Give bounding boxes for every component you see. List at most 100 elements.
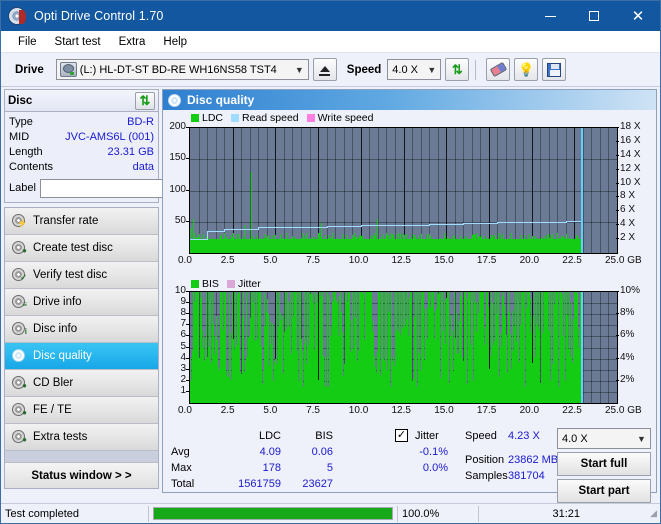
read-speed-line xyxy=(361,225,395,226)
bulb-icon: 💡 xyxy=(518,63,534,76)
y2-tick-label: 18 X xyxy=(620,121,641,132)
start-full-button[interactable]: Start full xyxy=(557,452,651,476)
x-tick-label: 10.0 xyxy=(349,255,368,266)
sidebar-item-fe-te[interactable]: ● FE / TE xyxy=(5,397,158,424)
legend-swatch xyxy=(227,280,235,288)
y-tick xyxy=(186,190,189,191)
disc-type-value: BD-R xyxy=(127,115,154,130)
y-tick-label: 200 xyxy=(169,121,186,132)
legend-label: Write speed xyxy=(318,112,374,124)
maximize-button[interactable] xyxy=(572,1,616,31)
sidebar-item-verify-test-disc[interactable]: ✓ Verify test disc xyxy=(5,262,158,289)
sidebar-item-extra-tests[interactable]: ● Extra tests xyxy=(5,424,158,451)
resize-grip[interactable]: ◢ xyxy=(650,508,658,519)
data-bar xyxy=(327,291,328,403)
y2-tick-label: 4% xyxy=(620,352,634,363)
menu-file[interactable]: File xyxy=(9,34,46,50)
jitter-checkbox[interactable]: ✓ xyxy=(395,429,408,442)
y2-tick-label: 4 X xyxy=(620,218,635,229)
sidebar-item-create-test-disc[interactable]: ● Create test disc xyxy=(5,235,158,262)
y2-tick xyxy=(616,210,619,211)
ldc-chart-legend: LDC Read speed Write speed xyxy=(191,112,378,124)
sidebar-label: FE / TE xyxy=(33,404,72,416)
disc-label-row: Label xyxy=(9,178,154,198)
sidebar-label: Extra tests xyxy=(33,431,87,443)
legend-entry: LDC xyxy=(191,112,223,124)
close-icon: ✕ xyxy=(632,9,645,24)
legend-label: Jitter xyxy=(238,278,261,290)
stats-avg-jitter: -0.1% xyxy=(388,446,448,458)
disc-icon: ● xyxy=(11,376,27,390)
test-speed-select[interactable]: 4.0 X ▼ xyxy=(557,428,651,449)
menu-start-test[interactable]: Start test xyxy=(46,34,110,50)
progress-bar xyxy=(153,507,393,520)
stats-max-ldc: 178 xyxy=(221,462,281,474)
chevron-down-icon: ▼ xyxy=(633,429,650,448)
disc-panel-title: Disc xyxy=(8,95,32,107)
x-tick-label: 15.0 xyxy=(434,405,453,416)
x-tick-label: 25.0 GB xyxy=(605,255,642,266)
y-tick-label: 10 xyxy=(175,285,186,296)
x-tick-label: 7.5 xyxy=(306,255,320,266)
content-area: Disc ⇅ Type BD-R MID JVC-AMS6L (001) Len… xyxy=(1,87,660,493)
refresh-button[interactable]: ⇅ xyxy=(445,58,469,81)
start-part-button[interactable]: Start part xyxy=(557,479,651,503)
close-button[interactable]: ✕ xyxy=(616,1,660,31)
gridline xyxy=(190,191,617,192)
status-bar: Test completed 100.0% 31:21 ◢ xyxy=(1,503,660,523)
bis-plot-area[interactable] xyxy=(189,291,618,404)
y-tick-label: 150 xyxy=(169,152,186,163)
y2-tick xyxy=(616,335,619,336)
menu-help[interactable]: Help xyxy=(154,34,196,50)
app-window: Opti Drive Control 1.70 ✕ File Start tes… xyxy=(0,0,661,524)
speed-select[interactable]: 4.0 X ▼ xyxy=(387,59,441,80)
y2-tick xyxy=(616,169,619,170)
elapsed-time: 31:21 xyxy=(479,504,584,524)
y2-tick xyxy=(616,358,619,359)
erase-button[interactable] xyxy=(486,58,510,81)
save-button[interactable] xyxy=(542,58,566,81)
sidebar-item-cd-bler[interactable]: ● CD Bler xyxy=(5,370,158,397)
y-tick xyxy=(186,291,189,292)
bis-chart: BISJitter 123456789102%4%6%8%10%0.02.55.… xyxy=(163,278,656,428)
sidebar-item-disc-info[interactable]: i Disc info xyxy=(5,316,158,343)
read-speed-line xyxy=(292,227,326,228)
data-bar xyxy=(557,291,558,403)
stats-row-max-key: Max xyxy=(171,462,192,474)
y2-tick xyxy=(616,313,619,314)
sidebar-item-transfer-rate[interactable]: ⚡ Transfer rate xyxy=(5,208,158,235)
data-bar xyxy=(399,291,400,403)
menu-extra[interactable]: Extra xyxy=(110,34,155,50)
disc-length-key: Length xyxy=(9,145,43,160)
y2-tick-label: 10 X xyxy=(620,177,641,188)
stats-max-jitter: 0.0% xyxy=(388,462,448,474)
legend-entry: BIS xyxy=(191,278,219,290)
speed-label: Speed xyxy=(347,64,382,76)
refresh-icon: ⇅ xyxy=(452,63,463,76)
disc-row-type: Type BD-R xyxy=(9,115,154,130)
y-tick xyxy=(186,158,189,159)
status-window-button[interactable]: Status window > > xyxy=(5,463,158,488)
sidebar-item-disc-quality[interactable]: Disc quality xyxy=(5,343,158,370)
sidebar-label: Drive info xyxy=(33,296,82,308)
disc-refresh-button[interactable]: ⇅ xyxy=(135,92,155,110)
legend-label: LDC xyxy=(202,112,223,124)
y2-tick-label: 2 X xyxy=(620,232,635,243)
stats-panel: LDC BIS ✓ Jitter Avg 4.09 0.06 -0.1% Max… xyxy=(163,428,656,492)
settings-button[interactable]: 💡 xyxy=(514,58,538,81)
ldc-plot-area[interactable] xyxy=(189,127,618,254)
eject-button[interactable] xyxy=(313,58,337,81)
disc-panel-header: Disc ⇅ xyxy=(5,90,158,112)
drive-select-value: (L:) HL-DT-ST BD-RE WH16NS58 TST4 xyxy=(80,64,291,76)
y2-tick xyxy=(616,291,619,292)
y2-tick xyxy=(616,224,619,225)
progress-container xyxy=(149,504,397,524)
drive-select[interactable]: (L:) HL-DT-ST BD-RE WH16NS58 TST4 ▼ xyxy=(56,59,309,80)
y-tick xyxy=(186,369,189,370)
sidebar-item-drive-info[interactable]: ≡ Drive info xyxy=(5,289,158,316)
y2-tick-label: 10% xyxy=(620,285,640,296)
minimize-button[interactable] xyxy=(528,1,572,31)
y-tick xyxy=(186,358,189,359)
read-speed-line xyxy=(429,224,463,225)
legend-entry: Read speed xyxy=(231,112,299,124)
